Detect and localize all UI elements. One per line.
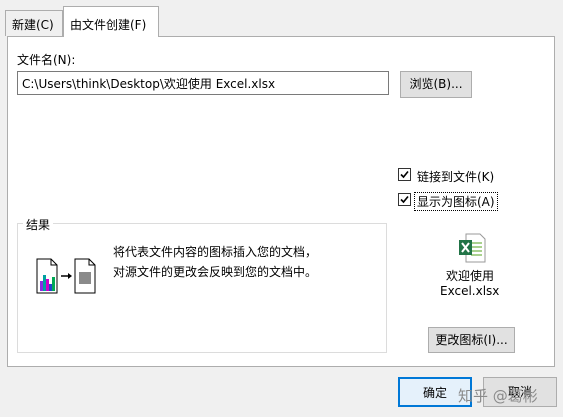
link-to-file-option[interactable]: 链接到文件(K) xyxy=(398,168,528,186)
tab-new-label: 新建(C) xyxy=(12,18,54,32)
tab-bar: 新建(C) 由文件创建(F) xyxy=(0,0,563,37)
display-as-icon-label: 显示为图标(A) xyxy=(414,192,498,211)
result-legend: 结果 xyxy=(23,216,54,233)
watermark: 知乎 @葛彬 xyxy=(458,387,538,405)
link-to-file-label: 链接到文件(K) xyxy=(417,170,495,184)
tab-create-from-file-label: 由文件创建(F) xyxy=(70,18,147,32)
checkmark-icon xyxy=(400,170,409,179)
result-group: 结果 将代表文件内容的图标插入您的文档，对源文件的更改会反映到您的文档中。 xyxy=(17,216,387,353)
create-from-file-panel: 文件名(N): C:\Users\think\Desktop\欢迎使用 Exce… xyxy=(7,36,555,367)
result-description: 将代表文件内容的图标插入您的文档，对源文件的更改会反映到您的文档中。 xyxy=(113,245,318,279)
tab-new[interactable]: 新建(C) xyxy=(5,10,63,36)
tab-create-from-file[interactable]: 由文件创建(F) xyxy=(63,6,159,37)
filename-input[interactable]: C:\Users\think\Desktop\欢迎使用 Excel.xlsx xyxy=(17,71,389,95)
link-to-file-checkbox[interactable] xyxy=(398,168,411,181)
browse-button[interactable]: 浏览(B)... xyxy=(400,71,472,98)
display-as-icon-checkbox[interactable] xyxy=(398,193,411,206)
icon-caption-name: 欢迎使用 xyxy=(446,269,495,283)
checkmark-icon xyxy=(400,195,409,204)
icon-caption-file: Excel.xlsx xyxy=(440,284,500,298)
change-icon-button[interactable]: 更改图标(I)... xyxy=(428,327,515,353)
excel-file-icon xyxy=(459,233,486,263)
icon-preview: 欢迎使用 Excel.xlsx xyxy=(438,233,508,303)
insert-icon-diagram-icon xyxy=(36,258,96,294)
filename-label: 文件名(N): xyxy=(17,53,76,67)
display-as-icon-option[interactable]: 显示为图标(A) xyxy=(398,192,528,211)
